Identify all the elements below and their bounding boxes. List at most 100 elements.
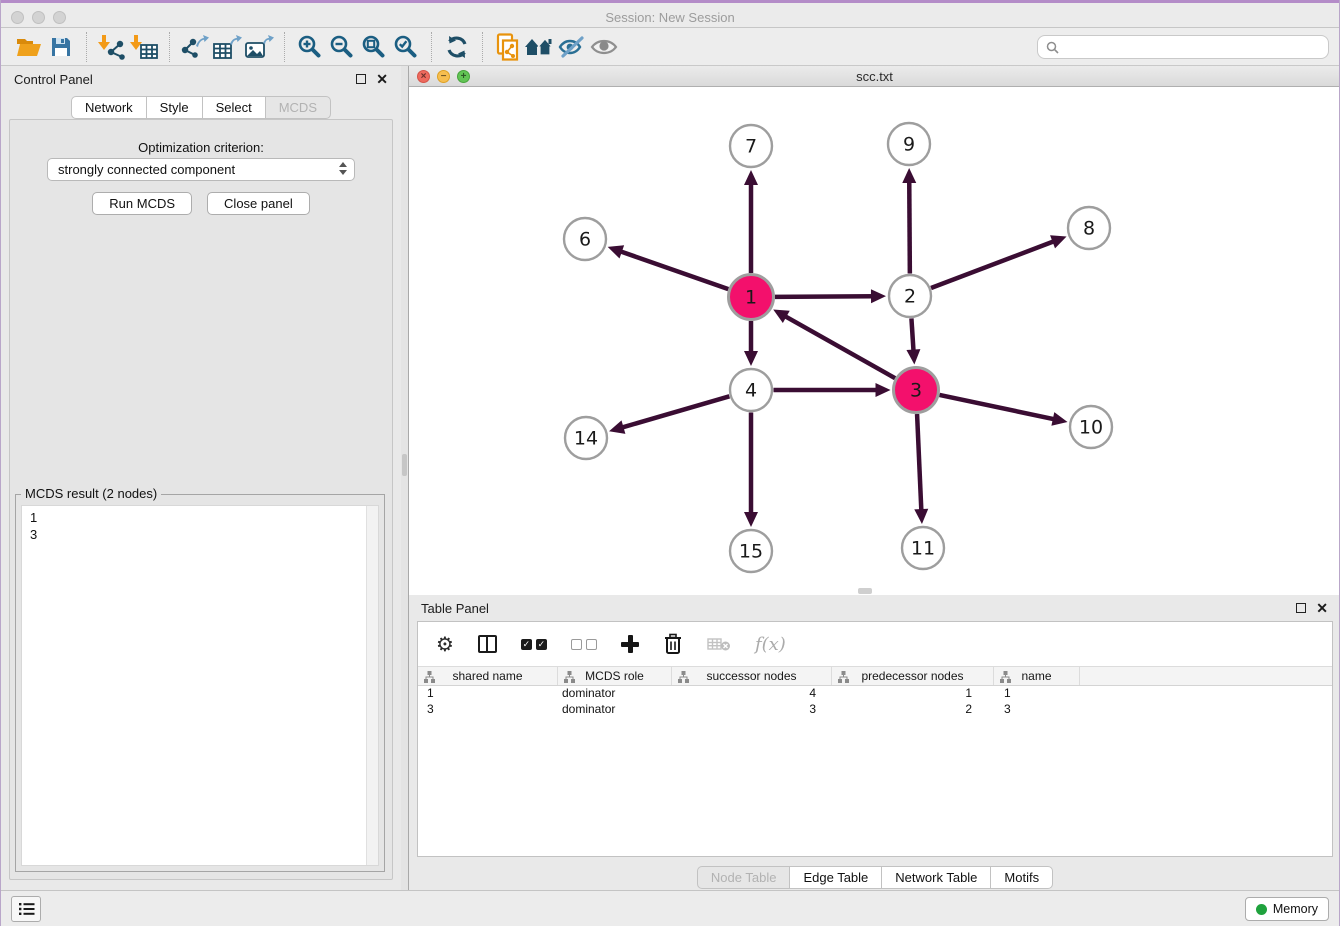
edge-1-6[interactable] bbox=[619, 251, 728, 289]
export-image-icon[interactable] bbox=[243, 32, 275, 62]
canvas-scrollbar-thumb[interactable] bbox=[858, 588, 872, 594]
table-cell: dominator bbox=[558, 702, 672, 718]
table-panel-title: Table Panel bbox=[421, 601, 489, 616]
network-window-titlebar: × − + scc.txt bbox=[409, 66, 1340, 87]
hide-selected-icon[interactable] bbox=[556, 32, 588, 62]
table-header-row: shared nameMCDS rolesuccessor nodesprede… bbox=[418, 666, 1332, 686]
network-canvas[interactable]: 7 9 6 8 1 2 4 3 14 10 15 11 bbox=[409, 87, 1340, 595]
search-input[interactable] bbox=[1065, 40, 1320, 54]
table-row[interactable]: 3dominator323 bbox=[418, 702, 1332, 718]
column-header-shared-name[interactable]: shared name bbox=[418, 667, 558, 685]
graph-node-10[interactable]: 10 bbox=[1070, 406, 1112, 448]
svg-text:9: 9 bbox=[903, 134, 915, 156]
add-column-icon[interactable] bbox=[621, 635, 639, 653]
import-network-icon[interactable] bbox=[96, 32, 128, 62]
run-mcds-button[interactable]: Run MCDS bbox=[92, 192, 192, 215]
close-panel-icon[interactable]: ✕ bbox=[376, 71, 388, 88]
column-header-MCDS-role[interactable]: MCDS role bbox=[558, 667, 672, 685]
zoom-selected-icon[interactable] bbox=[390, 32, 422, 62]
graph-node-2[interactable]: 2 bbox=[889, 275, 931, 317]
edge-1-2[interactable] bbox=[775, 296, 874, 297]
close-panel-button[interactable]: Close panel bbox=[207, 192, 310, 215]
graph-node-6[interactable]: 6 bbox=[564, 218, 606, 260]
tab-edge-table[interactable]: Edge Table bbox=[789, 866, 882, 889]
tab-mcds[interactable]: MCDS bbox=[265, 96, 331, 119]
table-cell: 2 bbox=[832, 702, 994, 718]
show-columns-icon[interactable] bbox=[478, 635, 497, 653]
table-settings-icon[interactable]: ⚙ bbox=[436, 632, 454, 656]
graph-node-9[interactable]: 9 bbox=[888, 123, 930, 165]
toolbar-separator bbox=[482, 32, 483, 62]
save-session-icon[interactable] bbox=[45, 32, 77, 62]
result-scrollbar[interactable] bbox=[366, 506, 378, 865]
table-row[interactable]: 1dominator411 bbox=[418, 686, 1332, 702]
graph-node-1[interactable]: 1 bbox=[729, 275, 774, 320]
mcds-result-list[interactable]: 13 bbox=[21, 505, 379, 866]
delete-column-icon[interactable] bbox=[663, 633, 683, 655]
table-toolbar: ⚙ ✓✓ bbox=[418, 622, 1332, 666]
first-neighbors-icon[interactable] bbox=[524, 32, 556, 62]
graph-node-11[interactable]: 11 bbox=[902, 527, 944, 569]
svg-text:3: 3 bbox=[910, 380, 922, 402]
optimization-criterion-value: strongly connected component bbox=[58, 162, 235, 177]
zoom-fit-icon[interactable] bbox=[358, 32, 390, 62]
zoom-in-icon[interactable] bbox=[294, 32, 326, 62]
duplicate-network-icon[interactable] bbox=[492, 32, 524, 62]
table-tabs: Node TableEdge TableNetwork TableMotifs bbox=[409, 866, 1340, 889]
splitter-handle-icon bbox=[402, 454, 407, 476]
search-field[interactable] bbox=[1037, 35, 1329, 59]
deselect-all-rows-icon[interactable] bbox=[571, 639, 597, 650]
edge-arrowhead-icon bbox=[871, 289, 886, 303]
edge-3-1[interactable] bbox=[784, 315, 895, 378]
table-cell: dominator bbox=[558, 686, 672, 702]
column-header-predecessor-nodes[interactable]: predecessor nodes bbox=[832, 667, 994, 685]
show-all-icon[interactable] bbox=[588, 32, 620, 62]
graph-node-3[interactable]: 3 bbox=[894, 368, 939, 413]
tab-select[interactable]: Select bbox=[202, 96, 266, 119]
column-header-successor-nodes[interactable]: successor nodes bbox=[672, 667, 832, 685]
refresh-layout-icon[interactable] bbox=[441, 32, 473, 62]
open-session-icon[interactable] bbox=[13, 32, 45, 62]
edge-arrowhead-icon bbox=[744, 170, 758, 185]
titlebar: Session: New Session bbox=[1, 0, 1339, 28]
svg-text:2: 2 bbox=[904, 286, 916, 308]
edge-3-10[interactable] bbox=[939, 395, 1055, 420]
export-table-icon[interactable] bbox=[211, 32, 243, 62]
graph-node-15[interactable]: 15 bbox=[730, 530, 772, 572]
graph-node-7[interactable]: 7 bbox=[730, 125, 772, 167]
svg-text:7: 7 bbox=[745, 136, 757, 158]
tab-network-table[interactable]: Network Table bbox=[881, 866, 991, 889]
memory-button[interactable]: Memory bbox=[1245, 897, 1329, 921]
tab-network[interactable]: Network bbox=[71, 96, 147, 119]
tab-node-table[interactable]: Node Table bbox=[697, 866, 791, 889]
tab-motifs[interactable]: Motifs bbox=[990, 866, 1053, 889]
edge-2-9[interactable] bbox=[909, 180, 910, 274]
control-panel-tabs: NetworkStyleSelectMCDS bbox=[1, 96, 401, 119]
table-cell: 3 bbox=[994, 702, 1080, 718]
optimization-criterion-select[interactable]: strongly connected component bbox=[47, 158, 355, 181]
graph-node-4[interactable]: 4 bbox=[730, 369, 772, 411]
select-all-rows-icon[interactable]: ✓✓ bbox=[521, 639, 547, 650]
task-list-icon bbox=[18, 902, 35, 916]
zoom-out-icon[interactable] bbox=[326, 32, 358, 62]
close-table-panel-icon[interactable]: ✕ bbox=[1316, 600, 1328, 617]
table-rows: 1dominator4113dominator323 bbox=[418, 686, 1332, 718]
edge-arrowhead-icon bbox=[902, 168, 916, 183]
panel-splitter[interactable] bbox=[401, 66, 409, 890]
cytoscape-window: Session: New Session bbox=[0, 0, 1340, 926]
float-table-panel-icon[interactable] bbox=[1296, 603, 1306, 613]
task-history-button[interactable] bbox=[11, 896, 41, 922]
graph-node-8[interactable]: 8 bbox=[1068, 207, 1110, 249]
select-stepper-icon bbox=[339, 162, 347, 175]
column-header-name[interactable]: name bbox=[994, 667, 1080, 685]
edge-2-3[interactable] bbox=[911, 318, 913, 352]
import-table-icon[interactable] bbox=[128, 32, 160, 62]
export-network-icon[interactable] bbox=[179, 32, 211, 62]
float-panel-icon[interactable] bbox=[356, 74, 366, 84]
table-cell: 3 bbox=[418, 702, 558, 718]
edge-3-11[interactable] bbox=[917, 414, 921, 512]
tab-style[interactable]: Style bbox=[146, 96, 203, 119]
edge-4-14[interactable] bbox=[621, 396, 730, 428]
edge-2-8[interactable] bbox=[931, 241, 1055, 288]
graph-node-14[interactable]: 14 bbox=[565, 417, 607, 459]
